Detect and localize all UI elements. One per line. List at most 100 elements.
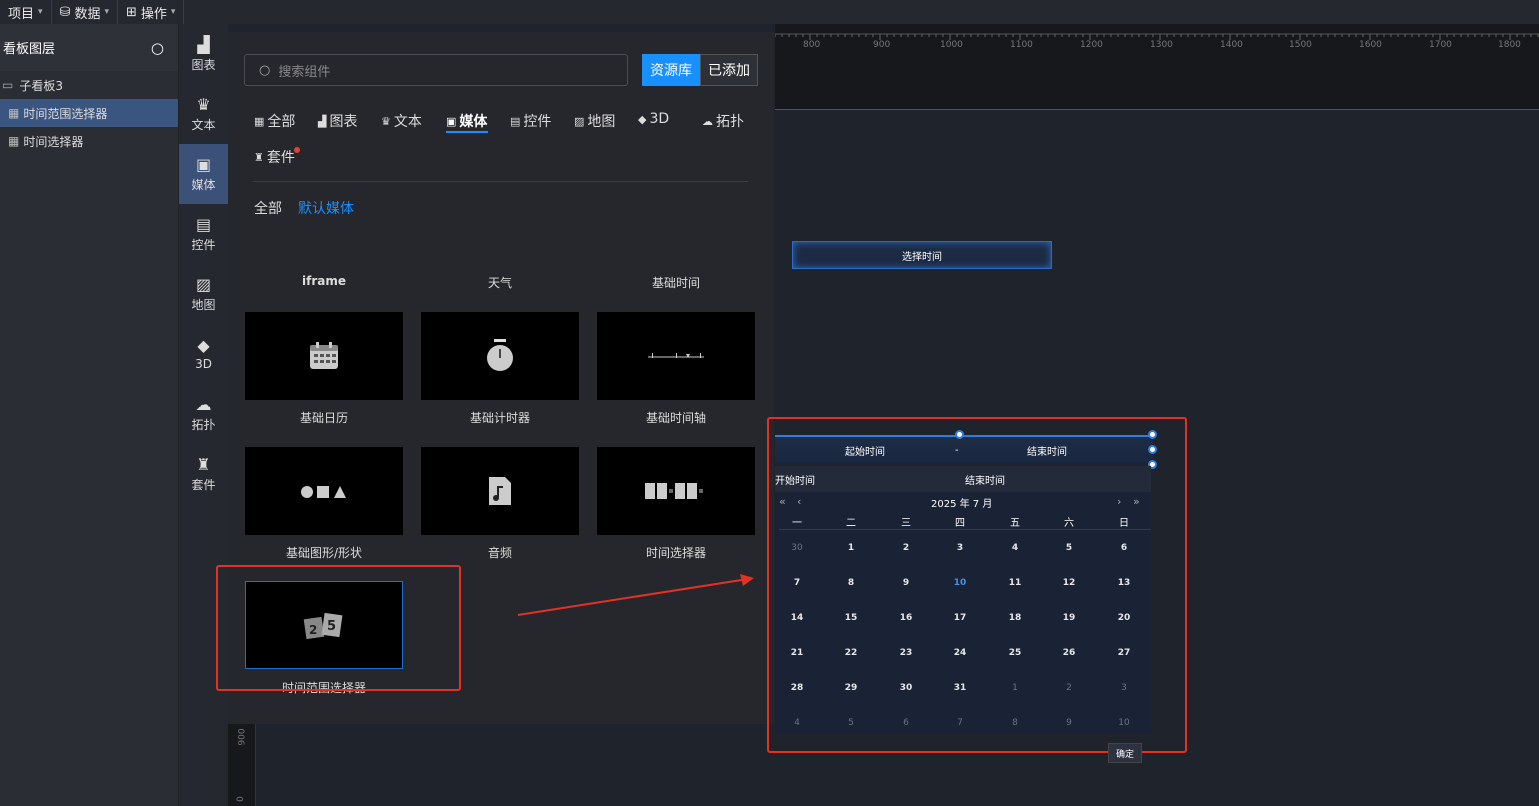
tab-media[interactable]: ▣ 媒体	[446, 111, 487, 131]
category-map[interactable]: ▨ 地图	[179, 264, 228, 324]
tab-text[interactable]: ♛ 文本	[381, 111, 422, 131]
search-icon[interactable]: ○	[151, 39, 164, 57]
component-card-timeline[interactable]	[597, 312, 755, 400]
subtab-default-media[interactable]: 默认媒体	[298, 198, 354, 218]
search-input[interactable]: ○ 搜索组件	[244, 54, 628, 86]
calendar-day[interactable]: 26	[1054, 648, 1084, 658]
tab-3d[interactable]: ◆ 3D	[638, 111, 669, 127]
library-button[interactable]: 资源库	[642, 54, 700, 86]
calendar-day[interactable]: 15	[836, 613, 866, 623]
calendar-day[interactable]: 1	[836, 543, 866, 553]
menu-data[interactable]: ⛁ 数据 ▾	[52, 0, 118, 24]
calendar-day[interactable]: 8	[1000, 718, 1030, 728]
tab-all[interactable]: ▦ 全部	[254, 111, 295, 131]
range-picker-widget[interactable]: 起始时间 - 结束时间	[775, 435, 1153, 463]
category-suite[interactable]: ♜ 套件	[179, 444, 228, 504]
calendar-day[interactable]: 12	[1054, 578, 1084, 588]
calendar-day[interactable]: 29	[836, 683, 866, 693]
component-label[interactable]: 天气	[421, 274, 579, 291]
calendar-day[interactable]: 22	[836, 648, 866, 658]
calendar-day[interactable]: 21	[782, 648, 812, 658]
component-label[interactable]: 时间选择器	[597, 544, 755, 561]
component-card-audio[interactable]	[421, 447, 579, 535]
range-start-label[interactable]: 起始时间	[845, 443, 885, 458]
tab-chart[interactable]: ▟ 图表	[318, 111, 357, 131]
prev-month-icon[interactable]: ‹	[797, 495, 801, 508]
calendar-day[interactable]: 11	[1000, 578, 1030, 588]
added-button[interactable]: 已添加	[700, 54, 758, 86]
category-media[interactable]: ▣ 媒体	[179, 144, 228, 204]
calendar-day[interactable]: 1	[1000, 683, 1030, 693]
layer-item-range-picker[interactable]: ▦ 时间范围选择器	[0, 99, 178, 127]
calendar-day[interactable]: 27	[1109, 648, 1139, 658]
next-month-icon[interactable]: ›	[1117, 495, 1121, 508]
calendar-day[interactable]: 3	[945, 543, 975, 553]
resize-handle[interactable]	[1148, 430, 1157, 439]
category-topology[interactable]: ☁ 拓扑	[179, 384, 228, 444]
calendar-day[interactable]: 3	[1109, 683, 1139, 693]
next-year-icon[interactable]: »	[1133, 495, 1140, 508]
tab-topology[interactable]: ☁ 拓扑	[702, 111, 744, 131]
calendar-day[interactable]: 10	[1109, 718, 1139, 728]
component-card-timer[interactable]	[421, 312, 579, 400]
calendar-day[interactable]: 14	[782, 613, 812, 623]
prev-year-icon[interactable]: «	[779, 495, 786, 508]
range-end-label[interactable]: 结束时间	[1027, 443, 1067, 458]
component-label[interactable]: 基础图形/形状	[245, 544, 403, 561]
component-card-time-picker[interactable]	[597, 447, 755, 535]
layer-item-time-picker[interactable]: ▦ 时间选择器	[0, 127, 178, 155]
tab-suite[interactable]: ♜ 套件	[254, 147, 300, 167]
component-card-calendar[interactable]	[245, 312, 403, 400]
calendar-day[interactable]: 4	[1000, 543, 1030, 553]
calendar-day[interactable]: 7	[782, 578, 812, 588]
time-picker-widget[interactable]: 选择时间	[792, 241, 1052, 269]
calendar-day[interactable]: 25	[1000, 648, 1030, 658]
calendar-day[interactable]: 23	[891, 648, 921, 658]
menu-label: 数据	[74, 6, 101, 22]
calendar-day[interactable]: 9	[891, 578, 921, 588]
category-text[interactable]: ♛ 文本	[179, 84, 228, 144]
menu-operations[interactable]: ⊞ 操作 ▾	[118, 0, 185, 24]
calendar-day[interactable]: 16	[891, 613, 921, 623]
subtab-all[interactable]: 全部	[254, 198, 282, 218]
calendar-day[interactable]: 17	[945, 613, 975, 623]
calendar-day[interactable]: 6	[891, 718, 921, 728]
calendar-day[interactable]: 20	[1109, 613, 1139, 623]
calendar-day[interactable]: 24	[945, 648, 975, 658]
layer-board[interactable]: ▭ 子看板3	[0, 71, 178, 99]
component-card-shapes[interactable]	[245, 447, 403, 535]
confirm-button[interactable]: 确定	[1108, 743, 1142, 763]
calendar-day[interactable]: 4	[782, 718, 812, 728]
category-control[interactable]: ▤ 控件	[179, 204, 228, 264]
component-label[interactable]: 基础时间轴	[597, 409, 755, 426]
calendar-day[interactable]: 6	[1109, 543, 1139, 553]
calendar-day[interactable]: 7	[945, 718, 975, 728]
audio-file-icon	[489, 477, 511, 505]
calendar-day[interactable]: 30	[782, 543, 812, 553]
calendar-day[interactable]: 31	[945, 683, 975, 693]
component-label[interactable]: 基础日历	[245, 409, 403, 426]
calendar-day[interactable]: 2	[891, 543, 921, 553]
component-label[interactable]: 基础时间	[597, 274, 755, 291]
calendar-day[interactable]: 5	[1054, 543, 1084, 553]
calendar-day[interactable]: 9	[1054, 718, 1084, 728]
component-label[interactable]: 音频	[421, 544, 579, 561]
component-label[interactable]: 基础计时器	[421, 409, 579, 426]
tab-control[interactable]: ▤ 控件	[510, 111, 551, 131]
resize-handle[interactable]	[955, 430, 964, 439]
calendar-day[interactable]: 19	[1054, 613, 1084, 623]
component-label[interactable]: iframe	[245, 274, 403, 288]
calendar-day[interactable]: 13	[1109, 578, 1139, 588]
menu-project[interactable]: 项目 ▾	[0, 0, 52, 24]
resize-handle[interactable]	[1148, 445, 1157, 454]
calendar-day[interactable]: 5	[836, 718, 866, 728]
tab-map[interactable]: ▨ 地图	[574, 111, 615, 131]
calendar-day[interactable]: 2	[1054, 683, 1084, 693]
calendar-day[interactable]: 30	[891, 683, 921, 693]
calendar-day[interactable]: 18	[1000, 613, 1030, 623]
calendar-day[interactable]: 10	[945, 578, 975, 588]
calendar-day[interactable]: 28	[782, 683, 812, 693]
category-chart[interactable]: ▟ 图表	[179, 24, 228, 84]
category-3d[interactable]: ◆ 3D	[179, 324, 228, 384]
calendar-day[interactable]: 8	[836, 578, 866, 588]
